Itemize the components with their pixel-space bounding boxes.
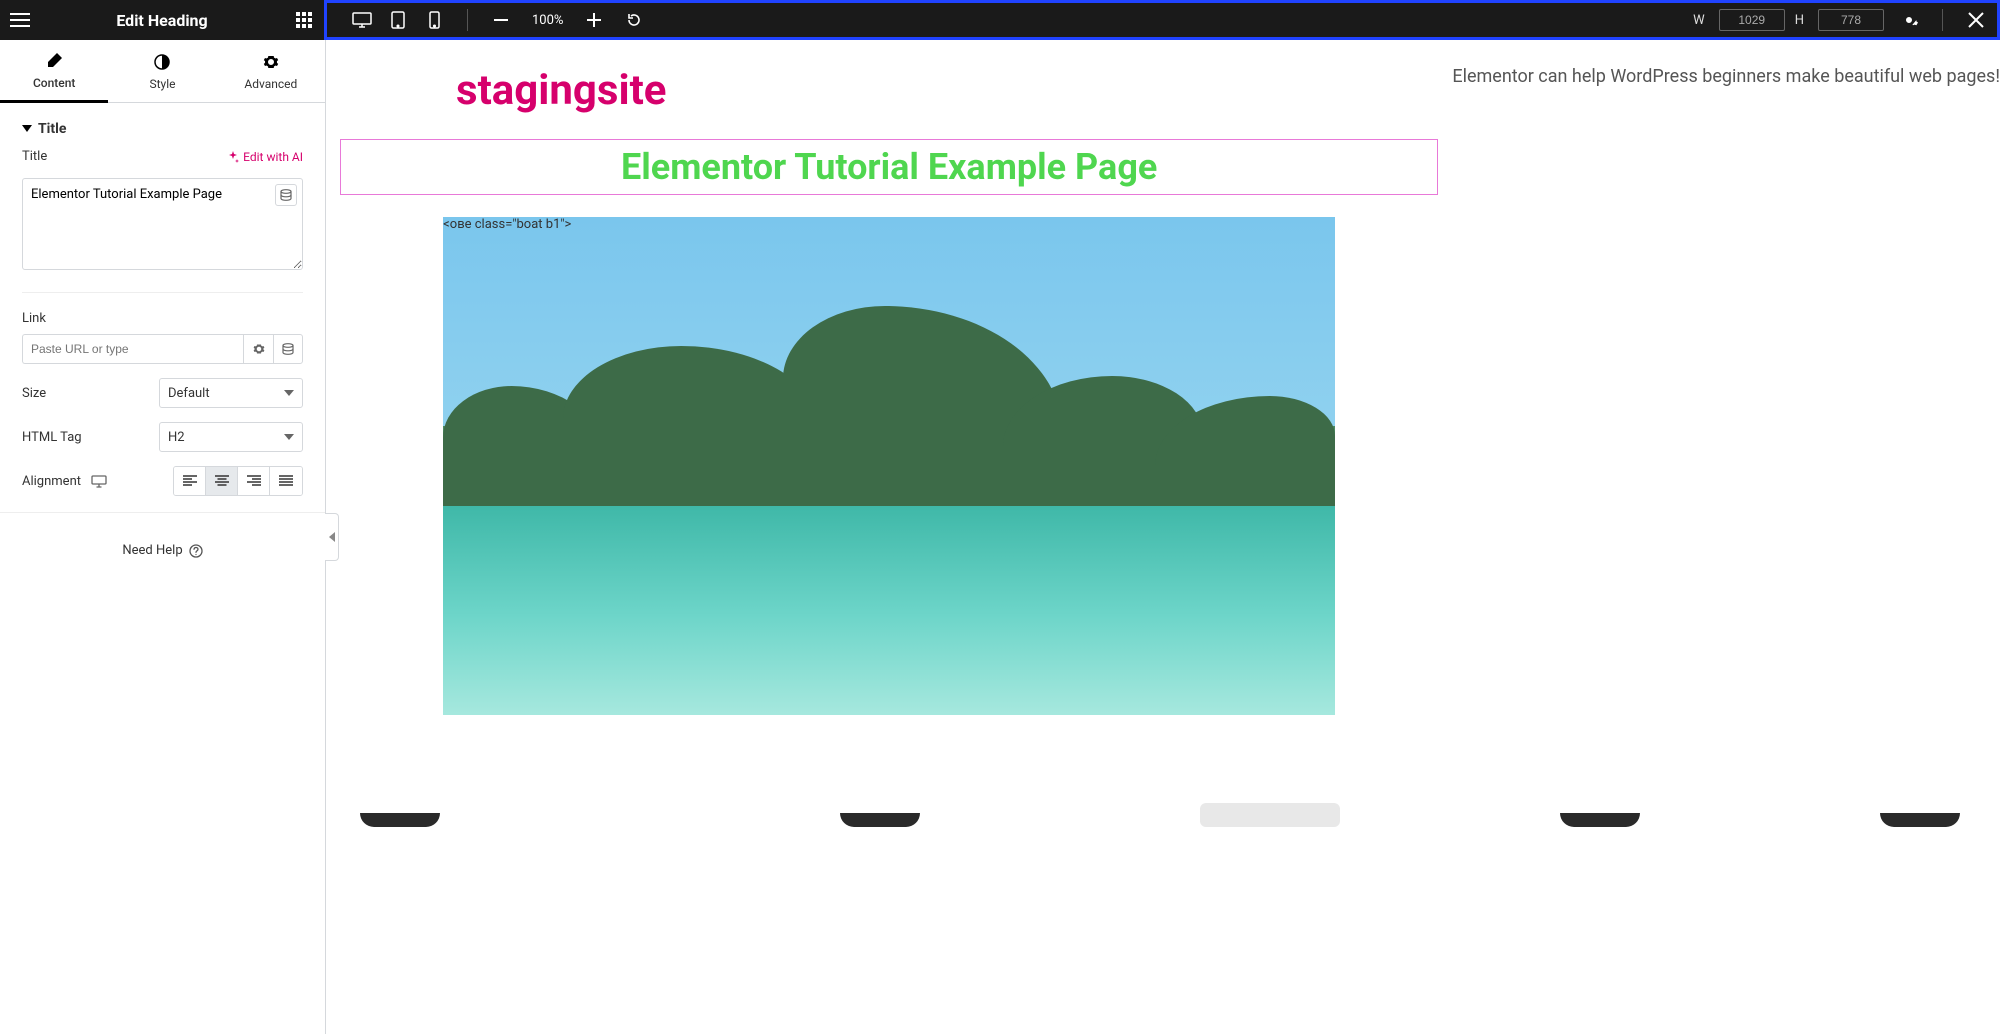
heading-text: Elementor Tutorial Example Page [341,146,1437,188]
alignment-field-label: Alignment [22,474,81,489]
section-title: Title [38,121,66,137]
align-center-icon [215,475,229,487]
tab-label: Content [33,76,75,90]
zoom-reset-button[interactable] [619,5,649,35]
widgets-panel-button[interactable] [284,0,324,40]
plus-icon [587,13,601,27]
tablet-device-button[interactable] [383,5,413,35]
database-icon [280,189,292,201]
align-right-icon [247,475,261,487]
separator [467,9,468,31]
zoom-in-button[interactable] [579,5,609,35]
link-dynamic-button[interactable] [273,334,303,364]
hero-image[interactable]: <ове class="boat b1"> [443,217,1335,715]
size-select[interactable]: Default [159,378,303,408]
section-toggle-title[interactable]: Title [22,117,303,149]
tab-advanced[interactable]: Advanced [217,40,325,102]
alignment-buttons [173,466,303,496]
align-left-button[interactable] [174,467,206,495]
canvas-width-input[interactable] [1719,9,1785,31]
sparkle-icon [227,151,239,163]
collapse-sidebar-button[interactable] [325,513,339,561]
html-tag-select[interactable]: H2 [159,422,303,452]
tab-style[interactable]: Style [108,40,216,102]
align-right-button[interactable] [238,467,270,495]
grid-icon [296,12,312,28]
size-field-label: Size [22,386,46,401]
edit-with-ai-link[interactable]: Edit with AI [227,150,303,164]
heading-widget-selected[interactable]: Elementor Tutorial Example Page [340,139,1438,195]
close-responsive-button[interactable] [1961,5,1991,35]
gear-icon [1900,11,1918,29]
link-url-input[interactable] [22,334,243,364]
html-tag-select-value: H2 [168,430,185,445]
canvas-height-input[interactable] [1818,9,1884,31]
link-options-button[interactable] [243,334,273,364]
align-justify-icon [279,475,293,487]
panel-title: Edit Heading [40,11,284,30]
desktop-icon [352,12,372,28]
top-bar: Edit Heading 100% [0,0,2000,40]
separator [1942,9,1943,31]
responsive-bar: 100% W H [324,0,2000,40]
title-field-label: Title [22,149,47,164]
size-select-value: Default [168,386,210,401]
help-icon [189,544,203,558]
tab-label: Style [149,77,175,91]
site-title: stagingsite [334,60,1444,139]
hamburger-menu-button[interactable] [0,0,40,40]
close-icon [1968,12,1984,28]
chevron-left-icon [329,532,335,542]
height-label: H [1795,13,1804,28]
width-label: W [1693,13,1705,28]
need-help-link[interactable]: Need Help [0,513,325,558]
desktop-icon [91,475,107,488]
chevron-down-icon [284,390,294,396]
title-textarea[interactable] [22,178,303,270]
link-field-label: Link [22,311,303,326]
contrast-icon [153,53,171,71]
zoom-level: 100% [526,13,569,28]
dynamic-tags-button[interactable] [275,184,297,206]
align-justify-button[interactable] [270,467,302,495]
gear-icon [253,343,265,355]
minus-icon [494,19,508,21]
desktop-device-button[interactable] [347,5,377,35]
edit-with-ai-label: Edit with AI [243,150,303,164]
zoom-out-button[interactable] [486,5,516,35]
preview-canvas[interactable]: stagingsite Elementor Tutorial Example P… [326,40,1452,1034]
mobile-icon [429,11,440,29]
settings-button[interactable] [1894,5,1924,35]
tab-content[interactable]: Content [0,40,108,103]
editor-sidebar: Content Style Advanced [0,40,326,1034]
panel-tabs: Content Style Advanced [0,40,325,103]
caret-down-icon [22,125,32,133]
align-left-icon [183,475,197,487]
html-tag-field-label: HTML Tag [22,430,82,445]
mobile-device-button[interactable] [419,5,449,35]
gear-icon [262,53,280,71]
tab-label: Advanced [244,77,297,91]
need-help-label: Need Help [122,543,182,558]
pencil-icon [45,52,63,70]
align-center-button[interactable] [206,467,238,495]
tablet-icon [391,11,405,29]
title-section: Title Title Edit with AI [0,103,325,513]
image-caption: Elementor can help WordPress beginners m… [1452,40,2000,1034]
hamburger-icon [10,13,30,27]
chevron-down-icon [284,434,294,440]
reset-icon [626,12,642,28]
database-icon [282,343,294,355]
